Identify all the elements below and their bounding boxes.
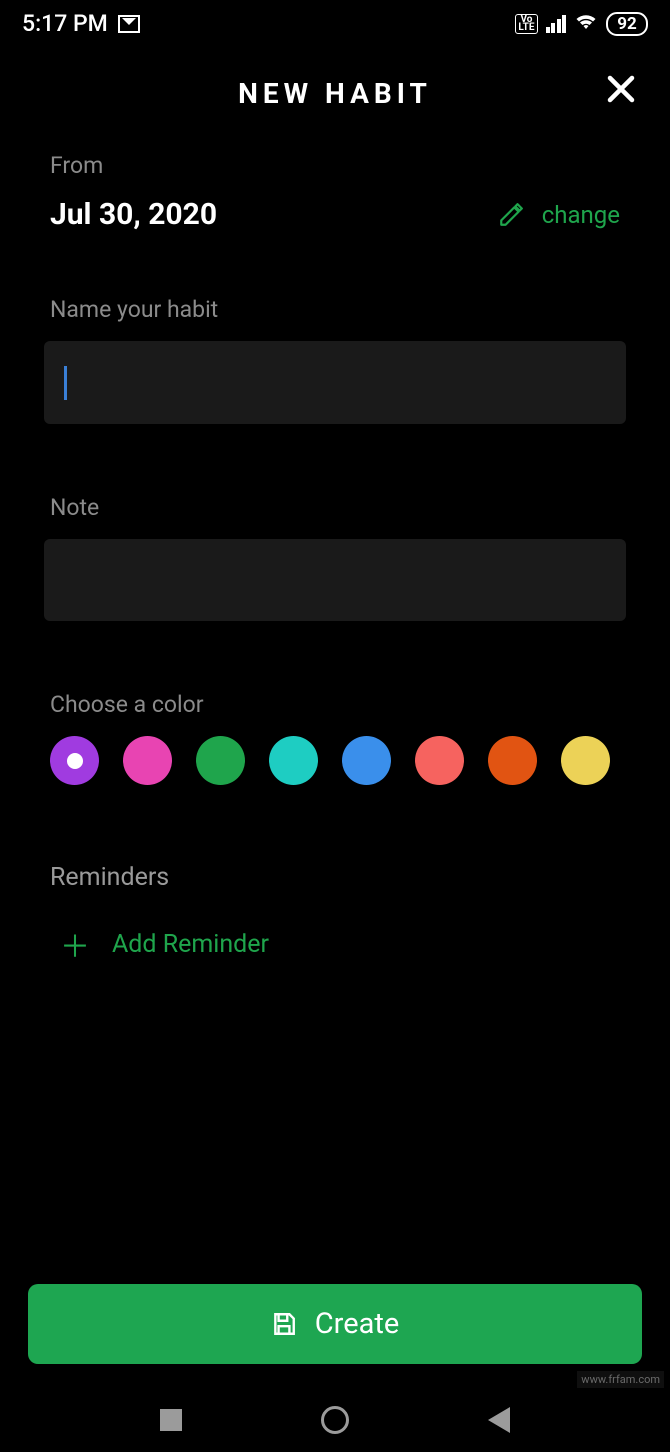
volte-icon: VoLTE	[515, 14, 537, 34]
color-label: Choose a color	[50, 691, 620, 718]
recents-button[interactable]	[160, 1409, 182, 1431]
text-caret	[64, 366, 67, 400]
color-option-2[interactable]	[196, 736, 245, 785]
color-option-1[interactable]	[123, 736, 172, 785]
habit-name-input[interactable]	[44, 341, 626, 424]
mail-icon	[118, 15, 140, 33]
color-picker	[20, 736, 620, 785]
android-navbar	[0, 1388, 670, 1452]
from-row: Jul 30, 2020 change	[50, 197, 620, 232]
close-button[interactable]	[606, 73, 636, 111]
from-date: Jul 30, 2020	[50, 197, 217, 232]
back-button[interactable]	[488, 1407, 510, 1433]
add-reminder-label: Add Reminder	[112, 930, 269, 959]
watermark: www.frfam.com	[577, 1371, 664, 1388]
status-left: 5:17 PM	[22, 10, 140, 37]
home-button[interactable]	[321, 1406, 349, 1434]
save-icon	[271, 1311, 297, 1337]
color-option-7[interactable]	[561, 736, 610, 785]
create-button[interactable]: Create	[28, 1284, 642, 1364]
note-label: Note	[50, 494, 620, 521]
pencil-icon	[498, 202, 524, 228]
color-option-0[interactable]	[50, 736, 99, 785]
change-label: change	[542, 201, 620, 229]
status-right: VoLTE 92	[515, 11, 648, 36]
status-time: 5:17 PM	[22, 10, 108, 37]
status-bar: 5:17 PM VoLTE 92	[0, 0, 670, 45]
app-header: NEW HABIT	[0, 45, 670, 138]
page-title: NEW HABIT	[238, 77, 432, 110]
form-content: From Jul 30, 2020 change Name your habit…	[0, 152, 670, 966]
plus-icon: ＋	[60, 922, 90, 966]
color-option-3[interactable]	[269, 736, 318, 785]
change-date-button[interactable]: change	[498, 201, 620, 229]
color-option-4[interactable]	[342, 736, 391, 785]
reminders-label: Reminders	[50, 863, 620, 892]
battery-icon: 92	[606, 12, 648, 36]
create-label: Create	[315, 1307, 399, 1341]
from-label: From	[50, 152, 620, 179]
wifi-icon	[574, 11, 598, 36]
color-option-6[interactable]	[488, 736, 537, 785]
signal-icon	[546, 15, 567, 33]
add-reminder-button[interactable]: ＋ Add Reminder	[60, 922, 620, 966]
name-label: Name your habit	[50, 296, 620, 323]
color-option-5[interactable]	[415, 736, 464, 785]
note-input[interactable]	[44, 539, 626, 621]
